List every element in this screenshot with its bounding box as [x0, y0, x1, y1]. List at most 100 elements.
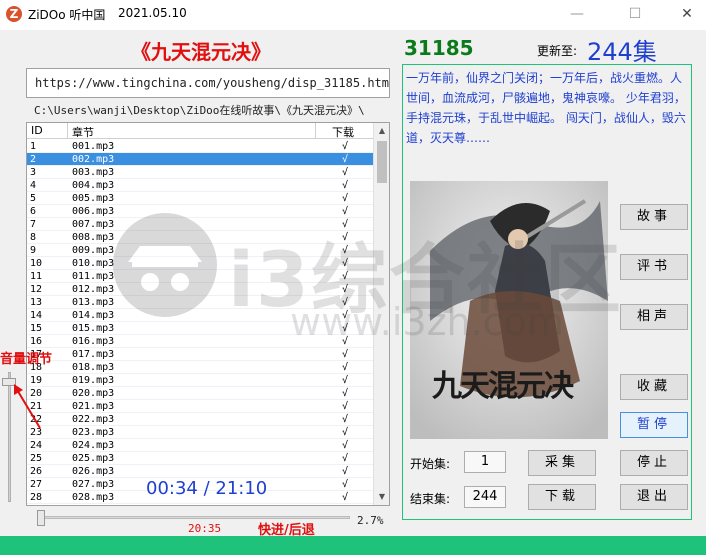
row-download-check: √ [342, 180, 349, 191]
table-row[interactable]: 25 025.mp3 √ [27, 452, 373, 465]
header-id[interactable]: ID [31, 124, 43, 137]
table-row[interactable]: 5 005.mp3 √ [27, 192, 373, 205]
updated-label: 更新至: [537, 44, 578, 58]
row-id: 28 [30, 492, 43, 503]
row-id: 6 [30, 206, 37, 217]
favorite-button[interactable]: 收藏 [620, 374, 688, 400]
row-id: 2 [30, 154, 37, 165]
table-row[interactable]: 26 026.mp3 √ [27, 465, 373, 478]
row-chapter: 007.mp3 [72, 219, 115, 230]
row-chapter: 022.mp3 [72, 414, 115, 425]
table-row[interactable]: 22022.mp3√ [27, 413, 373, 426]
row-chapter: 018.mp3 [72, 362, 115, 373]
category-pingshu-button[interactable]: 评书 [620, 254, 688, 280]
header-download[interactable]: 下载 [332, 124, 354, 140]
minimize-icon[interactable]: — [562, 4, 592, 24]
row-download-check: √ [342, 141, 349, 152]
row-chapter: 010.mp3 [72, 258, 115, 269]
row-id: 4 [30, 180, 37, 191]
cover-caption: 九天混元决 [432, 369, 574, 404]
row-chapter: 002.mp3 [72, 154, 115, 165]
end-episode-label: 结束集: [410, 492, 451, 506]
close-icon[interactable]: ✕ [672, 4, 702, 24]
row-download-check: √ [342, 349, 349, 360]
pause-button[interactable]: 暂停 [620, 412, 688, 438]
table-row[interactable]: 17 017.mp3 √ [27, 348, 373, 361]
row-id: 12 [30, 284, 43, 295]
row-chapter: 024.mp3 [72, 440, 115, 451]
row-id: 16 [30, 336, 43, 347]
seek-time: 20:35 [188, 522, 222, 535]
list-header: ID 章节 下载 [27, 123, 373, 139]
category-xiangsheng-button[interactable]: 相声 [620, 304, 688, 330]
row-chapter: 012.mp3 [72, 284, 115, 295]
row-download-check: √ [342, 401, 349, 412]
table-row[interactable]: 24 024.mp3 √ [27, 439, 373, 452]
table-row[interactable]: 21 021.mp3 √ [27, 400, 373, 413]
header-chapter[interactable]: 章节 [72, 124, 94, 140]
watermark-logo-icon [113, 213, 217, 317]
row-chapter: 008.mp3 [72, 232, 115, 243]
book-title: 《九天混元决》 [131, 40, 271, 64]
category-story-button[interactable]: 故事 [620, 204, 688, 230]
row-download-check: √ [342, 375, 349, 386]
row-id: 24 [30, 440, 43, 451]
table-row[interactable]: 2 002.mp3 √ [27, 153, 373, 166]
row-download-check: √ [342, 388, 349, 399]
watermark-url: www.i3zh.com [290, 300, 564, 344]
row-chapter: 011.mp3 [72, 271, 115, 282]
row-chapter: 017.mp3 [72, 349, 115, 360]
row-chapter: 016.mp3 [72, 336, 115, 347]
collect-button[interactable]: 采集 [528, 450, 596, 476]
table-row[interactable]: 19 019.mp3 √ [27, 374, 373, 387]
row-chapter: 020.mp3 [72, 388, 115, 399]
row-chapter: 003.mp3 [72, 167, 115, 178]
app-date: 2021.05.10 [118, 6, 187, 20]
row-id: 11 [30, 271, 43, 282]
row-download-check: √ [342, 440, 349, 451]
time-overlay: 00:34 / 21:10 [146, 478, 268, 499]
row-download-check: √ [342, 362, 349, 373]
row-chapter: 004.mp3 [72, 180, 115, 191]
row-chapter: 009.mp3 [72, 245, 115, 256]
table-row[interactable]: 20 020.mp3 √ [27, 387, 373, 400]
scroll-up-icon[interactable]: ▲ [374, 123, 389, 139]
table-row[interactable]: 4 004.mp3 √ [27, 179, 373, 192]
table-row[interactable]: 23 023.mp3 √ [27, 426, 373, 439]
row-id: 25 [30, 453, 43, 464]
stop-button[interactable]: 停止 [620, 450, 688, 476]
title-bar: Z ZiDOo 听中国 2021.05.10 — ☐ ✕ [0, 0, 706, 30]
start-episode-label: 开始集: [410, 457, 451, 471]
row-id: 10 [30, 258, 43, 269]
scroll-down-icon[interactable]: ▼ [374, 489, 389, 505]
end-episode-input[interactable]: 244 [464, 486, 506, 508]
table-row[interactable]: 3 003.mp3 √ [27, 166, 373, 179]
row-download-check: √ [342, 414, 349, 425]
row-chapter: 013.mp3 [72, 297, 115, 308]
save-path: C:\Users\wanji\Desktop\ZiDoo在线听故事\《九天混元决… [34, 104, 365, 117]
row-id: 14 [30, 310, 43, 321]
seek-knob[interactable] [37, 510, 45, 526]
scroll-thumb[interactable] [377, 141, 387, 183]
row-id: 7 [30, 219, 37, 230]
row-chapter: 014.mp3 [72, 310, 115, 321]
table-row[interactable]: 1 001.mp3 √ [27, 140, 373, 153]
book-description: 一万年前，仙界之门关闭；一万年后，战火重燃。人世间，血流成河，尸骸遍地，鬼神哀嚎… [406, 71, 686, 145]
start-episode-input[interactable]: 1 [464, 451, 506, 473]
download-button[interactable]: 下载 [528, 484, 596, 510]
row-download-check: √ [342, 167, 349, 178]
row-download-check: √ [342, 427, 349, 438]
exit-button[interactable]: 退出 [620, 484, 688, 510]
url-field[interactable]: https://www.tingchina.com/yousheng/disp_… [26, 68, 390, 98]
row-id: 9 [30, 245, 37, 256]
row-download-check: √ [342, 466, 349, 477]
progress-percent: 2.7% [357, 514, 384, 527]
row-id: 27 [30, 479, 43, 490]
row-chapter: 019.mp3 [72, 375, 115, 386]
table-row[interactable]: 18 018.mp3 √ [27, 361, 373, 374]
row-id: 13 [30, 297, 43, 308]
row-id: 8 [30, 232, 37, 243]
row-download-check: √ [342, 479, 349, 490]
maximize-icon[interactable]: ☐ [620, 4, 650, 24]
status-bar [0, 536, 706, 555]
